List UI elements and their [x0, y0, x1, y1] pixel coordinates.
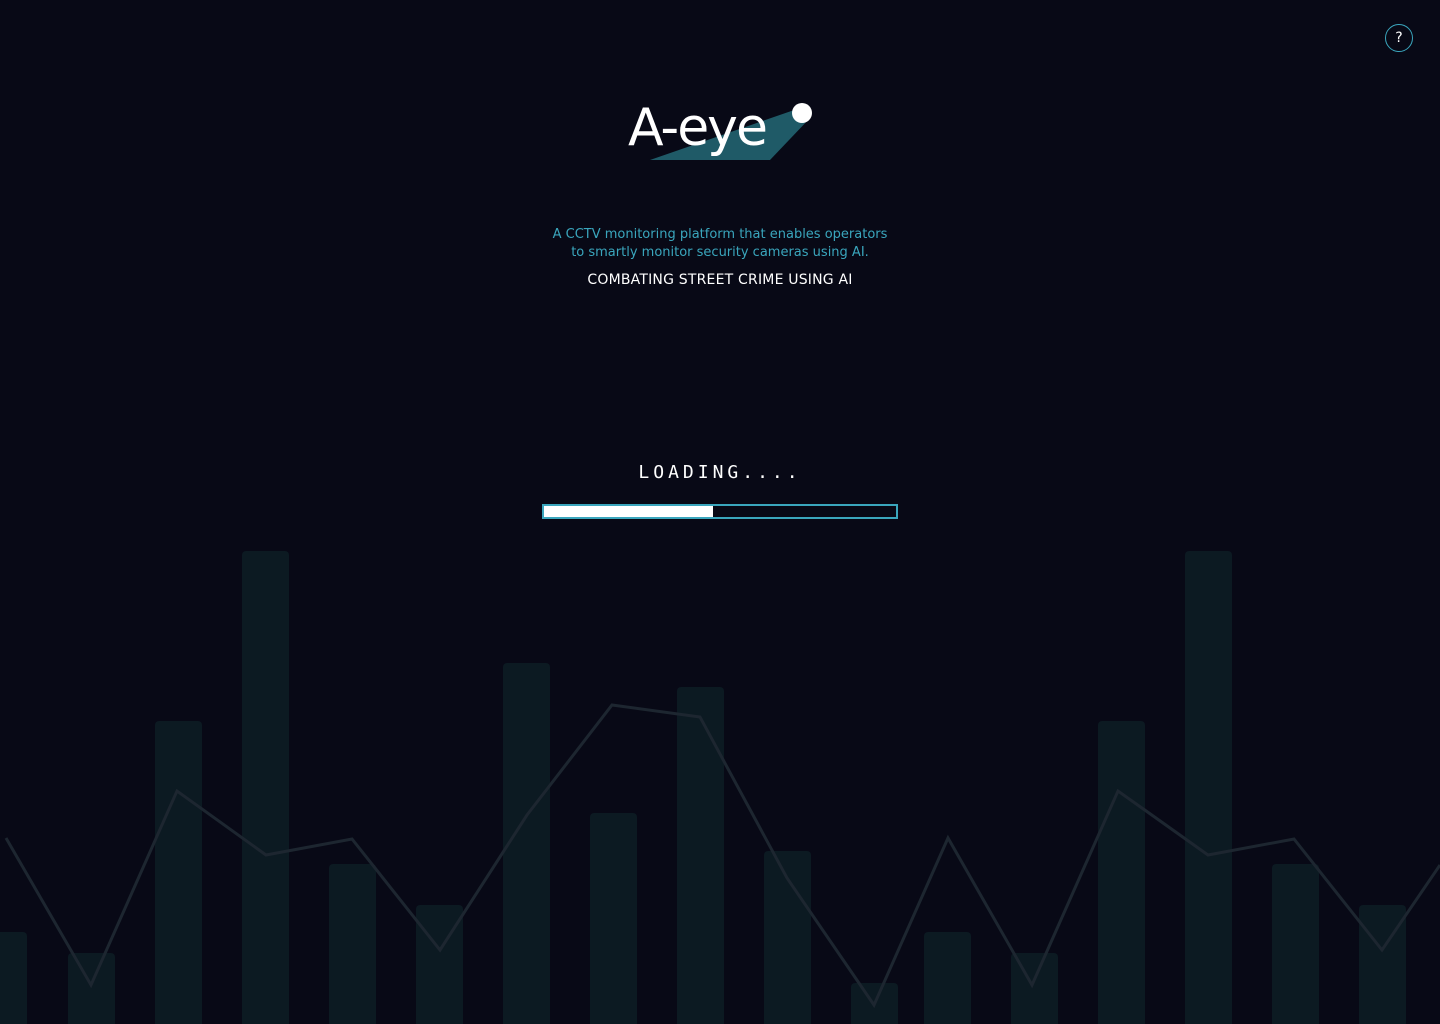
logo: A-eye	[620, 96, 820, 182]
logo-text: A-eye	[628, 98, 768, 158]
background-bars	[0, 551, 1406, 1024]
tagline: A CCTV monitoring platform that enables …	[520, 226, 920, 262]
background-bar	[0, 932, 27, 1024]
help-button[interactable]: ?	[1385, 24, 1413, 52]
loading-progress-bar	[542, 504, 898, 519]
background-bar	[677, 687, 724, 1024]
tagline-line-1: A CCTV monitoring platform that enables …	[552, 227, 888, 242]
logo-dot	[792, 103, 812, 123]
background-bar	[590, 813, 637, 1024]
question-icon: ?	[1395, 30, 1403, 46]
background-bar	[924, 932, 971, 1024]
loading-progress-fill	[544, 506, 713, 517]
background-bar	[329, 864, 376, 1024]
loading-label: LOADING....	[638, 462, 802, 483]
page-subtitle: COMBATING STREET CRIME USING AI	[587, 272, 853, 288]
background-bar	[1185, 551, 1232, 1024]
background-bar	[1098, 721, 1145, 1024]
background-bar	[155, 721, 202, 1024]
background-bar	[68, 953, 115, 1024]
background-bar	[1011, 953, 1058, 1024]
tagline-line-2: to smartly monitor security cameras usin…	[571, 245, 869, 260]
background-bar	[242, 551, 289, 1024]
background-bar	[1272, 864, 1319, 1024]
